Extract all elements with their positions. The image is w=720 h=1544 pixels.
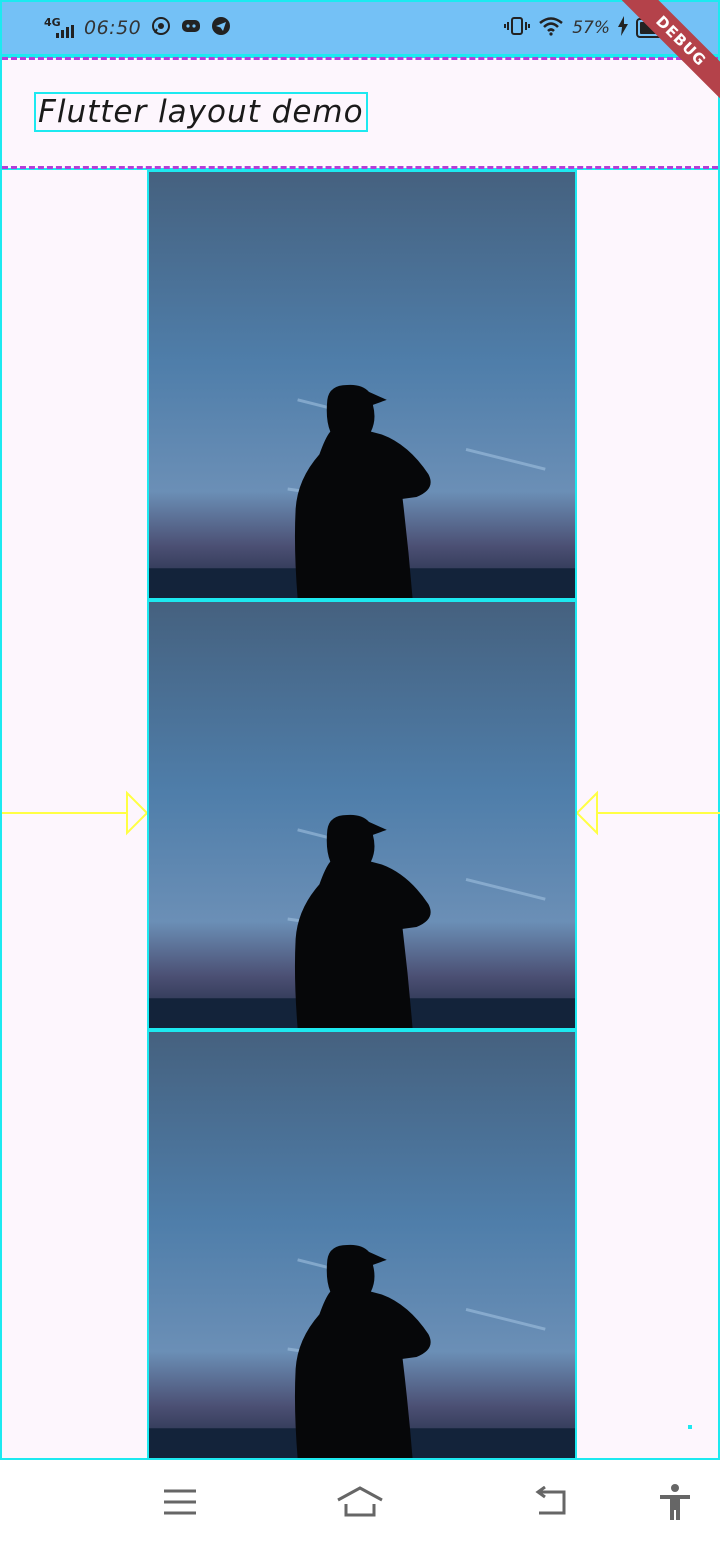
- vibrate-icon: [504, 16, 531, 40]
- debug-marker: [688, 1425, 692, 1429]
- photo-1: [147, 170, 577, 600]
- back-button[interactable]: [524, 1482, 574, 1522]
- baseline-top: [2, 57, 718, 60]
- status-bar: 4G 06:50 57%: [0, 0, 720, 56]
- cellular-signal-icon: 4G: [42, 16, 78, 40]
- discord-icon: [181, 18, 201, 38]
- accessibility-icon: [660, 1484, 690, 1520]
- home-button[interactable]: [335, 1482, 385, 1522]
- whatsapp-icon: [151, 16, 171, 40]
- app-bar-title: Flutter layout demo: [34, 92, 368, 132]
- back-icon: [535, 1486, 566, 1515]
- baseline-bottom: [2, 166, 718, 169]
- image-column: [147, 170, 577, 1460]
- menu-button[interactable]: [155, 1482, 205, 1522]
- telegram-icon: [211, 16, 231, 40]
- battery-percent: 57%: [572, 18, 610, 38]
- accessibility-button[interactable]: [650, 1482, 700, 1522]
- charging-icon: [618, 16, 628, 40]
- home-icon: [337, 1486, 383, 1517]
- system-nav-bar: [0, 1460, 720, 1544]
- layout-arrow-right-icon: [577, 790, 720, 836]
- main-content[interactable]: [0, 170, 720, 1460]
- menu-icon: [164, 1489, 196, 1515]
- wifi-icon: [538, 16, 564, 40]
- photo-2: [147, 600, 577, 1030]
- layout-arrow-left-icon: [2, 790, 147, 836]
- status-time: 06:50: [84, 17, 142, 39]
- app-bar: Flutter layout demo: [0, 56, 720, 170]
- photo-3: [147, 1030, 577, 1460]
